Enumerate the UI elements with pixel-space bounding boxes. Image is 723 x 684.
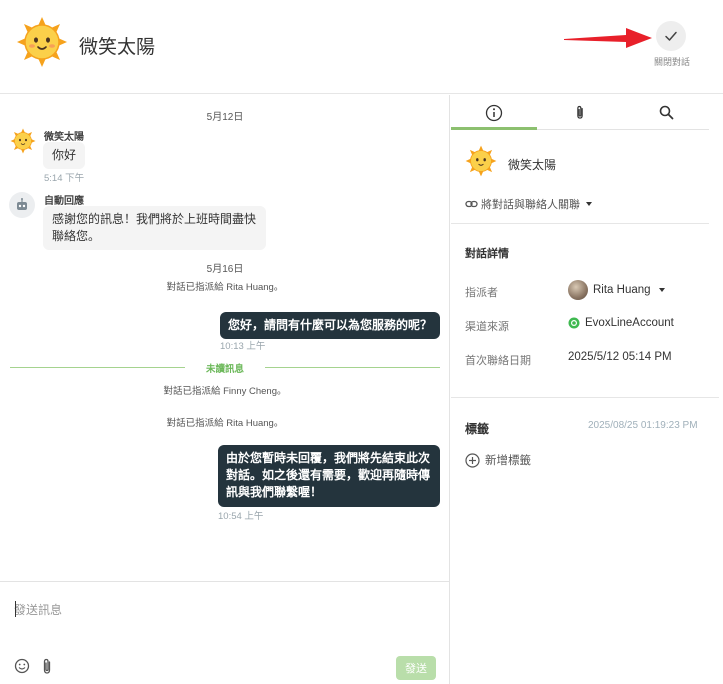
divider	[451, 223, 709, 224]
incoming-message: 你好	[43, 142, 86, 169]
tab-attachments[interactable]	[537, 95, 623, 130]
details-title: 對話詳情	[465, 248, 509, 260]
assignee-avatar	[568, 280, 588, 300]
add-tag-label: 新增標籤	[485, 455, 531, 467]
paperclip-icon[interactable]	[40, 658, 54, 675]
link-contact-dropdown[interactable]: 將對話與聯絡人關聯	[465, 196, 595, 212]
sender-name: 自動回應	[44, 196, 84, 207]
contact-side-panel: 微笑太陽 將對話與聯絡人關聯 對話詳情 指派者 Rita Huang 渠道來源 …	[451, 95, 723, 684]
unread-label: 未讀訊息	[185, 361, 265, 375]
assignee-dropdown[interactable]: Rita Huang	[568, 280, 668, 300]
message-input[interactable]	[14, 598, 434, 622]
info-icon	[485, 104, 503, 121]
first-contact-label: 首次聯絡日期	[465, 355, 531, 367]
sun-avatar-icon	[10, 128, 36, 154]
close-conversation-button[interactable]	[656, 21, 686, 51]
message-line: 感謝您的訊息！我們將於上班時間盡快	[52, 212, 257, 226]
system-message: 對話已指派給 Rita Huang。	[166, 282, 284, 293]
date-separator: 5月16日	[206, 264, 244, 275]
outgoing-message: 由於您暫時未回覆，我們將先結束此次 對話。如之後還有需要，歡迎再隨時傳 訊與我們…	[218, 445, 440, 507]
emoji-icon[interactable]	[14, 658, 30, 674]
divider	[451, 397, 719, 398]
close-conversation-label: 關閉對話	[653, 57, 690, 67]
system-message: 對話已指派給 Rita Huang。	[166, 418, 284, 429]
message-line: 由於您暫時未回覆，我們將先結束此次	[226, 451, 431, 465]
system-message: 對話已指派給 Finny Cheng。	[163, 386, 287, 397]
channel-name: EvoxLineAccount	[585, 317, 674, 329]
assignee-label: 指派者	[465, 287, 498, 299]
robot-icon	[17, 198, 27, 210]
message-time: 10:54 上午	[218, 511, 264, 522]
header-contact-name: 微笑太陽	[79, 37, 156, 58]
conversation-header: 微笑太陽 關閉對話	[0, 0, 723, 94]
message-line: 聯絡您。	[52, 229, 101, 243]
outgoing-message: 您好，請問有什麼可以為您服務的呢？	[220, 312, 441, 339]
auto-reply-message: 感謝您的訊息！我們將於上班時間盡快 聯絡您。	[43, 206, 266, 250]
tags-updated-time: 2025/08/25 01:19:23 PM	[588, 420, 698, 431]
caret-down-icon	[586, 202, 592, 206]
plus-circle-icon	[465, 452, 480, 468]
message-line: 訊與我們聯繫喔！	[226, 485, 323, 499]
tab-info[interactable]	[451, 95, 537, 130]
link-icon	[465, 200, 478, 208]
side-tabs	[451, 95, 709, 130]
contact-name: 微笑太陽	[508, 158, 557, 172]
message-line: 對話。如之後還有需要，歡迎再隨時傳	[226, 468, 431, 482]
tab-search[interactable]	[623, 95, 709, 130]
red-arrow-icon	[564, 28, 652, 48]
add-tag-button[interactable]: 新增標籤	[465, 452, 531, 468]
search-icon	[659, 105, 673, 120]
chat-panel: 5月12日 微笑太陽 你好 5:14 下午 自動回應 感謝您的訊息！我們將於上班…	[0, 95, 450, 684]
link-contact-label: 將對話與聯絡人關聯	[481, 199, 580, 211]
active-tab-indicator	[451, 127, 537, 130]
sun-avatar-icon	[17, 17, 67, 67]
send-button[interactable]: 發送	[396, 656, 436, 680]
line-icon	[568, 317, 580, 329]
checkmark-icon	[665, 31, 677, 41]
sender-name: 微笑太陽	[44, 132, 84, 143]
text-caret	[15, 601, 16, 617]
tags-title: 標籤	[465, 422, 490, 436]
assignee-name: Rita Huang	[593, 284, 651, 296]
date-separator: 5月12日	[206, 112, 244, 123]
caret-down-icon	[658, 288, 665, 292]
sun-avatar-icon	[465, 145, 497, 177]
bot-avatar	[9, 192, 35, 218]
channel-label: 渠道來源	[465, 321, 509, 333]
message-time: 10:13 上午	[220, 341, 266, 352]
channel-value: EvoxLineAccount	[568, 317, 674, 329]
paperclip-icon	[577, 105, 583, 119]
message-time: 5:14 下午	[44, 173, 85, 184]
first-contact-value: 2025/5/12 05:14 PM	[568, 351, 672, 363]
message-composer: 發送	[0, 581, 450, 684]
